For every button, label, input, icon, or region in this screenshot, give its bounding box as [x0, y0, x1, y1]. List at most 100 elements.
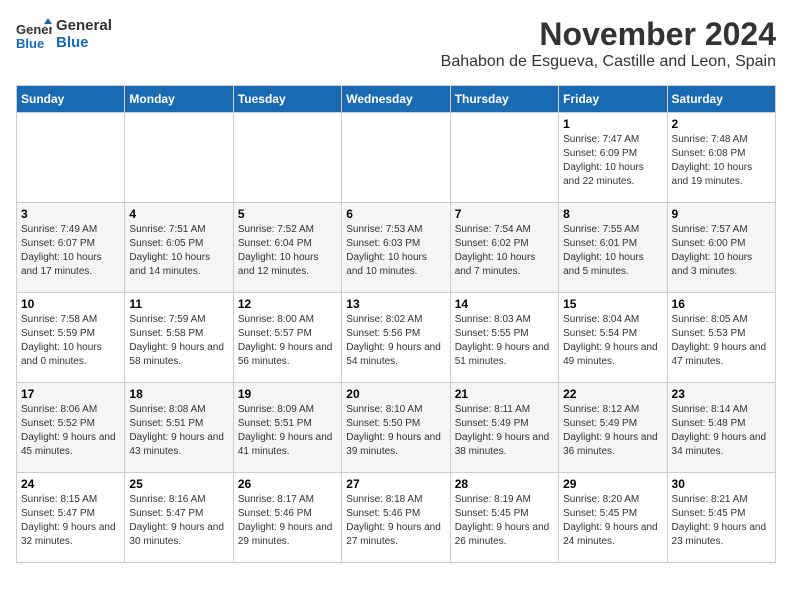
calendar-cell: 6 Sunrise: 7:53 AM Sunset: 6:03 PM Daylig…: [342, 203, 450, 293]
calendar-cell: 3 Sunrise: 7:49 AM Sunset: 6:07 PM Daylig…: [17, 203, 125, 293]
day-number: 6: [346, 207, 445, 221]
day-number: 1: [563, 117, 662, 131]
calendar-cell: 22 Sunrise: 8:12 AM Sunset: 5:49 PM Dayli…: [559, 383, 667, 473]
calendar-cell: 21 Sunrise: 8:11 AM Sunset: 5:49 PM Dayli…: [450, 383, 558, 473]
day-number: 26: [238, 477, 337, 491]
day-number: 14: [455, 297, 554, 311]
day-info: Sunrise: 7:54 AM Sunset: 6:02 PM Dayligh…: [455, 223, 554, 279]
day-number: 21: [455, 387, 554, 401]
day-number: 25: [129, 477, 228, 491]
day-number: 4: [129, 207, 228, 221]
title-section: November 2024 Bahabon de Esgueva, Castil…: [441, 16, 776, 79]
calendar-cell: 24 Sunrise: 8:15 AM Sunset: 5:47 PM Dayli…: [17, 473, 125, 563]
calendar-week-row: 10 Sunrise: 7:58 AM Sunset: 5:59 PM Dayli…: [17, 293, 776, 383]
column-header-wednesday: Wednesday: [342, 86, 450, 113]
day-info: Sunrise: 8:04 AM Sunset: 5:54 PM Dayligh…: [563, 313, 662, 369]
day-number: 13: [346, 297, 445, 311]
day-info: Sunrise: 8:18 AM Sunset: 5:46 PM Dayligh…: [346, 493, 445, 549]
day-number: 30: [672, 477, 771, 491]
day-number: 8: [563, 207, 662, 221]
day-info: Sunrise: 8:21 AM Sunset: 5:45 PM Dayligh…: [672, 493, 771, 549]
calendar-cell: 1 Sunrise: 7:47 AM Sunset: 6:09 PM Daylig…: [559, 113, 667, 203]
day-info: Sunrise: 7:57 AM Sunset: 6:00 PM Dayligh…: [672, 223, 771, 279]
day-number: 22: [563, 387, 662, 401]
day-info: Sunrise: 8:11 AM Sunset: 5:49 PM Dayligh…: [455, 403, 554, 459]
day-info: Sunrise: 8:16 AM Sunset: 5:47 PM Dayligh…: [129, 493, 228, 549]
calendar-cell: 17 Sunrise: 8:06 AM Sunset: 5:52 PM Dayli…: [17, 383, 125, 473]
calendar-cell: 13 Sunrise: 8:02 AM Sunset: 5:56 PM Dayli…: [342, 293, 450, 383]
calendar-week-row: 24 Sunrise: 8:15 AM Sunset: 5:47 PM Dayli…: [17, 473, 776, 563]
day-number: 9: [672, 207, 771, 221]
column-header-saturday: Saturday: [667, 86, 775, 113]
day-number: 5: [238, 207, 337, 221]
day-info: Sunrise: 7:53 AM Sunset: 6:03 PM Dayligh…: [346, 223, 445, 279]
day-number: 2: [672, 117, 771, 131]
day-number: 18: [129, 387, 228, 401]
calendar-cell: [450, 113, 558, 203]
day-info: Sunrise: 8:08 AM Sunset: 5:51 PM Dayligh…: [129, 403, 228, 459]
day-number: 28: [455, 477, 554, 491]
day-info: Sunrise: 8:15 AM Sunset: 5:47 PM Dayligh…: [21, 493, 120, 549]
calendar-cell: 25 Sunrise: 8:16 AM Sunset: 5:47 PM Dayli…: [125, 473, 233, 563]
calendar-cell: 27 Sunrise: 8:18 AM Sunset: 5:46 PM Dayli…: [342, 473, 450, 563]
day-info: Sunrise: 8:03 AM Sunset: 5:55 PM Dayligh…: [455, 313, 554, 369]
calendar-cell: 11Sunrise: 7:59 AM Sunset: 5:58 PM Dayli…: [125, 293, 233, 383]
calendar-cell: 28 Sunrise: 8:19 AM Sunset: 5:45 PM Dayli…: [450, 473, 558, 563]
day-info: Sunrise: 8:17 AM Sunset: 5:46 PM Dayligh…: [238, 493, 337, 549]
day-number: 10: [21, 297, 120, 311]
day-info: Sunrise: 8:19 AM Sunset: 5:45 PM Dayligh…: [455, 493, 554, 549]
column-header-sunday: Sunday: [17, 86, 125, 113]
calendar-cell: 26 Sunrise: 8:17 AM Sunset: 5:46 PM Dayli…: [233, 473, 341, 563]
day-number: 15: [563, 297, 662, 311]
calendar-table: SundayMondayTuesdayWednesdayThursdayFrid…: [16, 85, 776, 563]
calendar-cell: 14 Sunrise: 8:03 AM Sunset: 5:55 PM Dayli…: [450, 293, 558, 383]
calendar-cell: [125, 113, 233, 203]
column-header-tuesday: Tuesday: [233, 86, 341, 113]
calendar-cell: 16Sunrise: 8:05 AM Sunset: 5:53 PM Dayli…: [667, 293, 775, 383]
day-info: Sunrise: 8:02 AM Sunset: 5:56 PM Dayligh…: [346, 313, 445, 369]
calendar-cell: 15 Sunrise: 8:04 AM Sunset: 5:54 PM Dayli…: [559, 293, 667, 383]
calendar-cell: 23 Sunrise: 8:14 AM Sunset: 5:48 PM Dayli…: [667, 383, 775, 473]
month-title: November 2024: [441, 16, 776, 53]
day-number: 27: [346, 477, 445, 491]
calendar-cell: 10 Sunrise: 7:58 AM Sunset: 5:59 PM Dayli…: [17, 293, 125, 383]
day-number: 17: [21, 387, 120, 401]
calendar-cell: [17, 113, 125, 203]
day-info: Sunrise: 8:20 AM Sunset: 5:45 PM Dayligh…: [563, 493, 662, 549]
day-number: 24: [21, 477, 120, 491]
calendar-cell: 20 Sunrise: 8:10 AM Sunset: 5:50 PM Dayli…: [342, 383, 450, 473]
calendar-cell: [342, 113, 450, 203]
day-info: Sunrise: 7:59 AM Sunset: 5:58 PM Dayligh…: [129, 313, 228, 369]
day-number: 12: [238, 297, 337, 311]
calendar-week-row: 3 Sunrise: 7:49 AM Sunset: 6:07 PM Daylig…: [17, 203, 776, 293]
day-info: Sunrise: 7:47 AM Sunset: 6:09 PM Dayligh…: [563, 133, 662, 189]
calendar-week-row: 1 Sunrise: 7:47 AM Sunset: 6:09 PM Daylig…: [17, 113, 776, 203]
calendar-cell: 7Sunrise: 7:54 AM Sunset: 6:02 PM Daylig…: [450, 203, 558, 293]
calendar-header-row: SundayMondayTuesdayWednesdayThursdayFrid…: [17, 86, 776, 113]
calendar-cell: 18 Sunrise: 8:08 AM Sunset: 5:51 PM Dayli…: [125, 383, 233, 473]
column-header-friday: Friday: [559, 86, 667, 113]
calendar-cell: [233, 113, 341, 203]
day-info: Sunrise: 8:05 AM Sunset: 5:53 PM Dayligh…: [672, 313, 771, 369]
day-info: Sunrise: 8:09 AM Sunset: 5:51 PM Dayligh…: [238, 403, 337, 459]
svg-text:General: General: [16, 22, 52, 37]
day-info: Sunrise: 8:10 AM Sunset: 5:50 PM Dayligh…: [346, 403, 445, 459]
day-info: Sunrise: 8:12 AM Sunset: 5:49 PM Dayligh…: [563, 403, 662, 459]
calendar-cell: 4 Sunrise: 7:51 AM Sunset: 6:05 PM Daylig…: [125, 203, 233, 293]
calendar-cell: 29Sunrise: 8:20 AM Sunset: 5:45 PM Dayli…: [559, 473, 667, 563]
day-info: Sunrise: 7:58 AM Sunset: 5:59 PM Dayligh…: [21, 313, 120, 369]
day-info: Sunrise: 8:06 AM Sunset: 5:52 PM Dayligh…: [21, 403, 120, 459]
day-info: Sunrise: 7:49 AM Sunset: 6:07 PM Dayligh…: [21, 223, 120, 279]
svg-text:Blue: Blue: [16, 36, 44, 51]
day-number: 23: [672, 387, 771, 401]
day-info: Sunrise: 7:51 AM Sunset: 6:05 PM Dayligh…: [129, 223, 228, 279]
day-number: 20: [346, 387, 445, 401]
location-title: Bahabon de Esgueva, Castille and Leon, S…: [441, 53, 776, 71]
logo-general: General: [56, 17, 112, 34]
day-info: Sunrise: 8:14 AM Sunset: 5:48 PM Dayligh…: [672, 403, 771, 459]
calendar-cell: 19Sunrise: 8:09 AM Sunset: 5:51 PM Dayli…: [233, 383, 341, 473]
calendar-cell: 30 Sunrise: 8:21 AM Sunset: 5:45 PM Dayli…: [667, 473, 775, 563]
day-number: 3: [21, 207, 120, 221]
day-info: Sunrise: 7:52 AM Sunset: 6:04 PM Dayligh…: [238, 223, 337, 279]
calendar-body: 1 Sunrise: 7:47 AM Sunset: 6:09 PM Daylig…: [17, 113, 776, 563]
